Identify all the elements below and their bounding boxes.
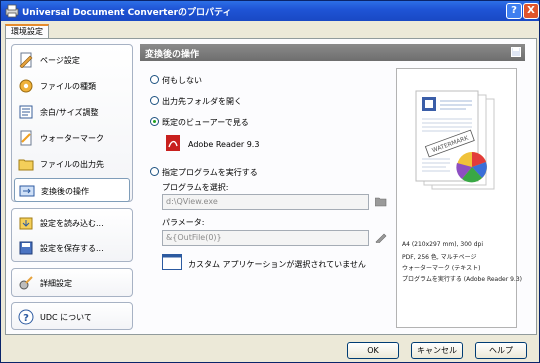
sidebar-item-advanced-settings[interactable]: 詳細設定 <box>14 271 130 295</box>
advanced-settings-icon <box>19 276 33 290</box>
svg-text:?: ? <box>23 313 29 324</box>
printer-icon <box>5 4 19 18</box>
adobe-reader-icon <box>166 135 180 151</box>
no-app-warning: カスタム アプリケーションが選択されていません <box>188 260 366 269</box>
radio-run-program[interactable] <box>150 167 159 176</box>
watermark-icon <box>20 130 32 146</box>
open-folder-icon[interactable] <box>375 195 387 207</box>
edit-params-icon[interactable] <box>375 231 387 243</box>
sidebar-item-about[interactable]: ? UDC について <box>14 305 130 329</box>
sidebar-item-load-settings[interactable]: 設定を読み込む... <box>14 211 130 235</box>
program-path-input[interactable]: d:\QView.exe <box>162 194 369 210</box>
cancel-button[interactable]: キャンセル <box>411 342 463 359</box>
sidebar-item-label: UDC について <box>40 313 92 322</box>
sidebar-item-label: ファイルの出力先 <box>40 160 104 169</box>
help-button[interactable]: ヘルプ <box>475 342 527 359</box>
sidebar-item-label: ファイルの種類 <box>40 82 96 91</box>
sidebar-item-watermark[interactable]: ウォーターマーク <box>14 126 130 150</box>
radio-default-viewer[interactable] <box>150 117 159 126</box>
sidebar-group-about: ? UDC について <box>11 302 133 330</box>
sidebar-item-label: 設定を保存する... <box>40 244 104 253</box>
preview-info-line: A4 (210x297 mm), 300 dpi <box>402 241 484 248</box>
sidebar-item-margins[interactable]: 余白/サイズ調整 <box>14 100 130 124</box>
preview-info-line: PDF, 256 色, マルチページ <box>402 254 477 261</box>
sidebar-item-post-action[interactable]: 変換後の操作 <box>14 178 130 202</box>
output-location-icon <box>18 159 34 171</box>
help-title-button[interactable]: ? <box>506 3 522 19</box>
program-label: プログラムを選択: <box>162 183 229 192</box>
title-bar[interactable]: Universal Document Converterのプロパティ ? X <box>1 1 539 21</box>
sidebar-group-settings: ページ設定 ファイルの種類 余白/サイズ調整 ウォーターマーク ファイルの出力先… <box>11 44 133 202</box>
tab-settings[interactable]: 環境設定 <box>5 24 49 39</box>
section-title: 変換後の操作 <box>145 50 200 60</box>
radio-label: 既定のビューアーで見る <box>162 118 249 127</box>
application-window-icon <box>162 254 182 270</box>
sidebar-item-page-setup[interactable]: ページ設定 <box>14 48 130 72</box>
save-icon[interactable] <box>511 47 521 57</box>
page-setup-icon <box>19 52 33 68</box>
close-button[interactable]: X <box>523 3 539 19</box>
about-icon: ? <box>18 309 34 325</box>
main-panel: 変換後の操作 何もしない 出力先フォルダを開く 既定のビューアーで見る Adob… <box>140 44 531 330</box>
radio-do-nothing[interactable] <box>150 75 159 84</box>
sidebar-item-file-format[interactable]: ファイルの種類 <box>14 74 130 98</box>
preview-info-line: プログラムを実行する (Adobe Reader 9.3) <box>402 276 522 283</box>
sidebar-group-advanced: 詳細設定 <box>11 268 133 297</box>
ok-button[interactable]: OK <box>347 342 399 359</box>
sidebar-item-label: ウォーターマーク <box>40 134 104 143</box>
preview-info-line: ウォーターマーク (テキスト) <box>402 265 481 272</box>
radio-label: 出力先フォルダを開く <box>162 97 242 106</box>
preview-pane: WATERMARK A4 (210x297 mm), 300 dpi PDF, … <box>396 68 522 328</box>
properties-dialog: Universal Document Converterのプロパティ ? X 環… <box>0 0 540 363</box>
window-title: Universal Document Converterのプロパティ <box>22 8 232 18</box>
sidebar-item-label: 余白/サイズ調整 <box>40 108 99 117</box>
radio-label: 指定プログラムを実行する <box>162 168 258 177</box>
sidebar-item-label: 詳細設定 <box>40 279 72 288</box>
section-header: 変換後の操作 <box>140 44 525 61</box>
params-label: パラメータ: <box>162 218 205 227</box>
radio-label: 何もしない <box>162 76 202 85</box>
margins-icon <box>19 105 33 119</box>
document-preview-image: WATERMARK <box>415 90 495 190</box>
sidebar-item-save-settings[interactable]: 設定を保存する... <box>14 236 130 260</box>
sidebar-item-label: ページ設定 <box>40 56 80 65</box>
post-action-icon <box>19 185 35 197</box>
params-input[interactable]: &{OutFile(0)} <box>162 230 369 246</box>
save-settings-icon <box>19 241 33 255</box>
file-format-icon <box>19 79 33 93</box>
sidebar-item-label: 変換後の操作 <box>41 187 89 196</box>
sidebar: ページ設定 ファイルの種類 余白/サイズ調整 ウォーターマーク ファイルの出力先… <box>11 44 135 330</box>
load-settings-icon <box>19 217 33 230</box>
radio-open-folder[interactable] <box>150 96 159 105</box>
viewer-app-name: Adobe Reader 9.3 <box>188 140 260 149</box>
sidebar-group-profile: 設定を読み込む... 設定を保存する... <box>11 208 133 262</box>
sidebar-item-label: 設定を読み込む... <box>40 219 104 228</box>
sidebar-item-output-location[interactable]: ファイルの出力先 <box>14 152 130 176</box>
